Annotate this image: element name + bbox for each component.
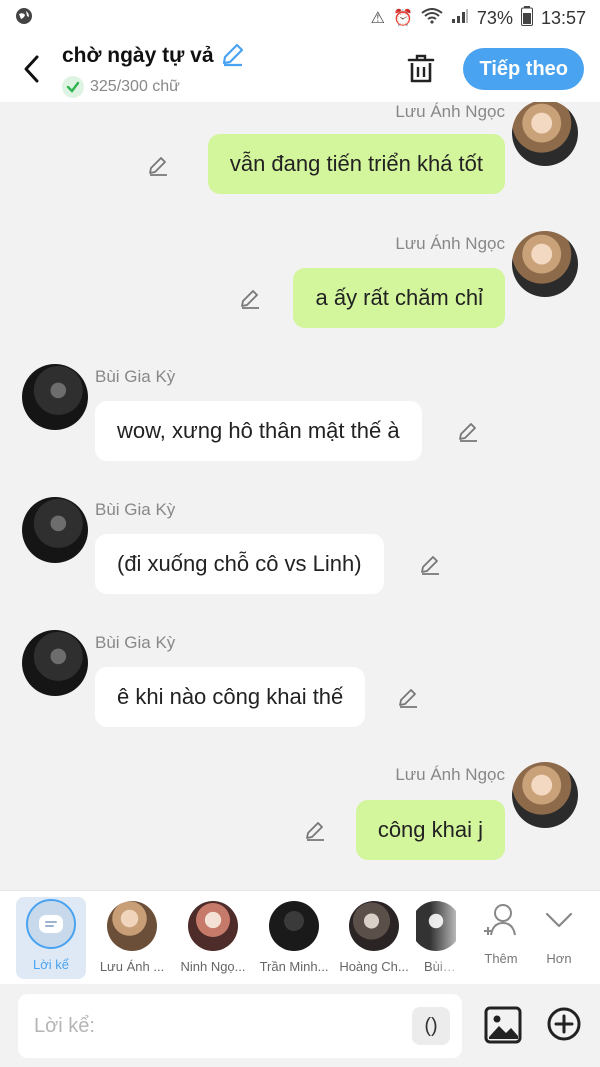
- narrator-label: Lời kể: [33, 957, 69, 972]
- plus-circle-icon: [547, 1007, 581, 1041]
- delete-button[interactable]: [401, 49, 441, 89]
- avatar[interactable]: [512, 762, 578, 828]
- message-bubble[interactable]: (đi xuống chỗ cô vs Linh): [95, 534, 384, 594]
- character-avatar: [188, 901, 238, 951]
- sender-name: Lưu Ánh Ngọc: [395, 102, 505, 121]
- more-button[interactable]: Hơn: [531, 901, 587, 966]
- composer-box: (): [18, 994, 462, 1058]
- edit-message-icon[interactable]: [397, 686, 423, 712]
- battery-icon: [520, 5, 533, 31]
- edit-message-icon[interactable]: [457, 420, 483, 446]
- sender-name: Bùi Gia Kỳ: [95, 633, 176, 652]
- edit-message-icon[interactable]: [239, 287, 265, 313]
- parentheses-button[interactable]: (): [412, 1007, 450, 1045]
- sender-name: Bùi Gia Kỳ: [95, 367, 176, 386]
- image-icon: [484, 1006, 522, 1044]
- next-button[interactable]: Tiếp theo: [463, 48, 584, 90]
- edit-message-icon[interactable]: [419, 553, 445, 579]
- avatar[interactable]: [22, 364, 88, 430]
- status-icons: ⚠ ⏰ 73% 13:57: [370, 5, 586, 31]
- character-avatar: [349, 901, 399, 951]
- character-name: Hoàng Ch...: [339, 959, 409, 974]
- title-block: chờ ngày tự vả 325/300 chữ: [62, 41, 401, 98]
- character-item[interactable]: Lưu Ánh ...: [93, 899, 171, 979]
- sender-name: Lưu Ánh Ngọc: [395, 234, 505, 253]
- message-bubble[interactable]: ê khi nào công khai thế: [95, 667, 366, 727]
- message-bubble[interactable]: wow, xưng hô thân mật thế à: [95, 401, 422, 461]
- add-label: Thêm: [484, 951, 518, 966]
- scroll-fade: [430, 891, 470, 985]
- avatar[interactable]: [512, 231, 578, 297]
- clock-time: 13:57: [540, 7, 586, 28]
- character-name: Ninh Ngọ...: [180, 959, 246, 974]
- narrator-selector[interactable]: Lời kể: [16, 897, 86, 979]
- chevron-left-icon: [24, 55, 39, 83]
- word-count: 325/300 chữ: [90, 77, 180, 95]
- character-bar: Lời kể Lưu Ánh ... Ninh Ngọ... Trần Minh…: [0, 890, 600, 985]
- globe-icon: [14, 6, 34, 31]
- header: chờ ngày tự vả 325/300 chữ Tiếp theo: [0, 36, 600, 102]
- add-character-button[interactable]: Thêm: [473, 901, 529, 966]
- message-bubble[interactable]: công khai j: [355, 800, 505, 860]
- chat-area[interactable]: Lưu Ánh Ngọc vẫn đang tiến triển khá tốt…: [0, 102, 600, 890]
- battery-percent: 73%: [476, 7, 513, 28]
- add-person-icon: [484, 904, 516, 936]
- sender-name: Lưu Ánh Ngọc: [395, 765, 505, 784]
- edit-message-icon[interactable]: [147, 154, 173, 180]
- more-label: Hơn: [546, 951, 572, 966]
- back-button[interactable]: [0, 36, 62, 102]
- character-name: Trần Minh...: [259, 959, 329, 974]
- character-item[interactable]: Ninh Ngọ...: [174, 899, 252, 979]
- character-avatar: [269, 901, 319, 951]
- message-bubble[interactable]: a ấy rất chăm chỉ: [293, 268, 505, 328]
- chat-bubble-icon: [26, 899, 76, 949]
- alarm-icon: ⏰: [393, 10, 413, 27]
- character-avatar: [107, 901, 157, 951]
- edit-message-icon[interactable]: [304, 819, 330, 845]
- message-bubble[interactable]: vẫn đang tiến triển khá tốt: [207, 134, 505, 194]
- check-icon: [62, 75, 84, 98]
- data-transfer-icon: ⚠: [370, 10, 385, 27]
- add-button[interactable]: [546, 1006, 582, 1042]
- character-item[interactable]: Hoàng Ch...: [335, 899, 413, 979]
- sender-name: Bùi Gia Kỳ: [95, 500, 176, 519]
- avatar[interactable]: [22, 497, 88, 563]
- image-button[interactable]: [484, 1006, 522, 1044]
- page-title: chờ ngày tự vả: [62, 44, 214, 67]
- message-input[interactable]: [18, 1014, 412, 1038]
- signal-icon: [451, 8, 469, 29]
- character-name: Lưu Ánh ...: [99, 959, 165, 974]
- composer: (): [0, 984, 600, 1067]
- trash-icon: [408, 54, 435, 83]
- chevron-down-icon: [545, 912, 573, 928]
- wifi-icon: [421, 7, 443, 29]
- avatar[interactable]: [512, 102, 578, 166]
- edit-title-icon[interactable]: [220, 41, 246, 72]
- status-bar: ⚠ ⏰ 73% 13:57: [0, 0, 600, 36]
- character-item[interactable]: Trần Minh...: [255, 899, 333, 979]
- avatar[interactable]: [22, 630, 88, 696]
